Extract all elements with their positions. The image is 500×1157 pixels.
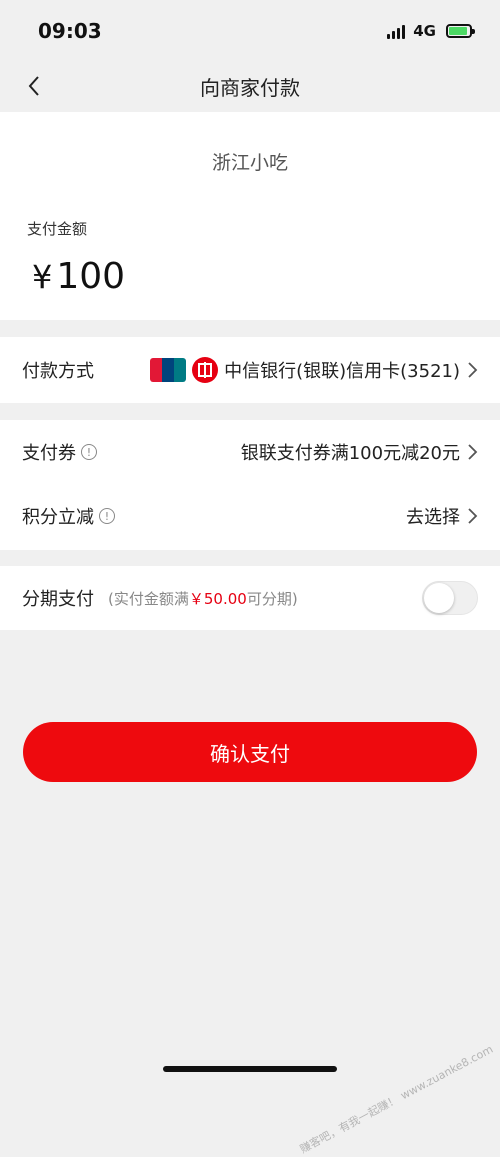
installment-section: 分期支付 (实付金额满￥50.00可分期) xyxy=(0,566,500,630)
status-time: 09:03 xyxy=(38,19,102,43)
points-value: 去选择 xyxy=(406,507,460,528)
status-bar: 09:03 4G xyxy=(0,0,500,62)
network-label: 4G xyxy=(413,22,436,40)
back-button[interactable] xyxy=(20,72,48,100)
installment-hint-prefix: (实付金额满 xyxy=(108,589,189,608)
confirm-pay-button[interactable]: 确认支付 xyxy=(23,722,477,782)
citic-bank-icon xyxy=(192,357,219,383)
coupon-label: 支付券 xyxy=(22,443,76,464)
coupon-value-group: 银联支付券满100元减20元 xyxy=(241,439,478,465)
status-indicators: 4G xyxy=(387,22,475,40)
points-row[interactable]: 积分立减 ! 去选择 xyxy=(0,484,500,548)
points-label-group: 积分立减 ! xyxy=(22,503,115,529)
installment-row: 分期支付 (实付金额满￥50.00可分期) xyxy=(0,566,500,630)
signal-icon xyxy=(387,23,406,39)
watermark-text: 赚客吧，有我一起赚！ xyxy=(298,1092,402,1156)
amount-label: 支付金额 xyxy=(27,220,88,238)
info-icon[interactable]: ! xyxy=(81,444,97,460)
installment-hint-suffix: 可分期) xyxy=(246,589,298,608)
installment-label: 分期支付 xyxy=(22,589,94,610)
watermark: 赚客吧，有我一起赚！ www.zuanke8.com xyxy=(297,1041,496,1157)
coupon-label-group: 支付券 ! xyxy=(22,439,97,465)
amount-field[interactable]: ¥ 100 xyxy=(32,256,125,297)
home-indicator xyxy=(163,1066,337,1072)
chevron-right-icon xyxy=(468,444,478,460)
installment-toggle[interactable] xyxy=(422,581,478,615)
amount-value: 100 xyxy=(56,256,126,297)
toggle-knob xyxy=(424,583,454,613)
card-name: 中信银行(银联)信用卡(3521) xyxy=(224,361,460,382)
installment-hint: (实付金额满￥50.00可分期) xyxy=(108,588,298,609)
watermark-url: www.zuanke8.com xyxy=(398,1042,496,1102)
chevron-right-icon xyxy=(468,362,478,378)
payment-method-section: 付款方式 中信银行(银联)信用卡(3521) xyxy=(0,337,500,403)
merchant-section: 浙江小吃 支付金额 ¥ 100 xyxy=(0,112,500,320)
installment-hint-amount: ￥50.00 xyxy=(188,589,247,608)
points-label: 积分立减 xyxy=(22,507,94,528)
nav-bar: 向商家付款 xyxy=(0,62,500,110)
chevron-right-icon xyxy=(468,508,478,524)
page-title: 向商家付款 xyxy=(200,75,300,100)
merchant-name: 浙江小吃 xyxy=(211,152,288,174)
points-value-group: 去选择 xyxy=(406,503,478,529)
payment-method-row[interactable]: 付款方式 中信银行(银联)信用卡(3521) xyxy=(0,338,500,402)
currency-symbol: ¥ xyxy=(32,258,53,296)
unionpay-icon xyxy=(150,358,187,382)
battery-icon xyxy=(446,24,475,38)
payment-method-label: 付款方式 xyxy=(22,361,94,382)
coupon-row[interactable]: 支付券 ! 银联支付券满100元减20元 xyxy=(0,420,500,484)
chevron-left-icon xyxy=(28,76,39,96)
payment-method-value: 中信银行(银联)信用卡(3521) xyxy=(150,357,478,383)
discount-section: 支付券 ! 银联支付券满100元减20元 积分立减 ! 去选择 xyxy=(0,420,500,550)
info-icon[interactable]: ! xyxy=(99,508,115,524)
coupon-value: 银联支付券满100元减20元 xyxy=(240,443,460,464)
